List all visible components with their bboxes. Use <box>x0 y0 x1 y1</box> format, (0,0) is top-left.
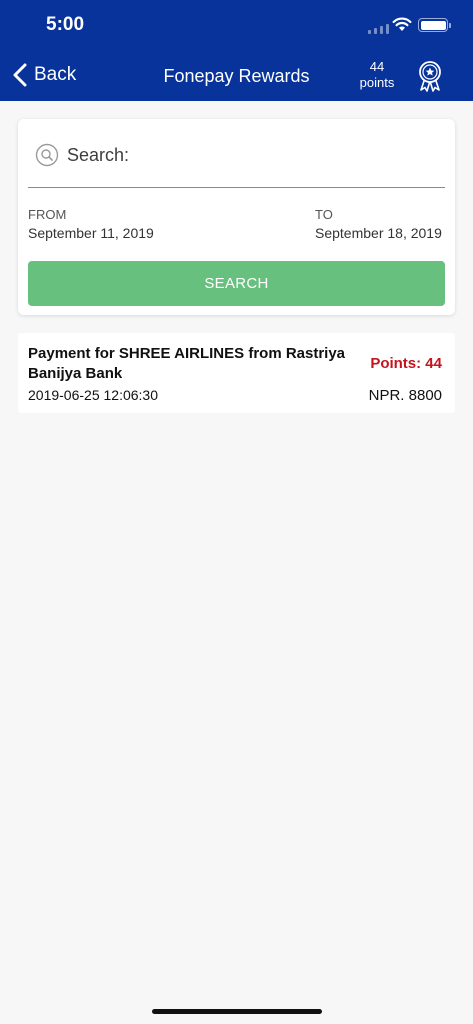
from-label: FROM <box>28 207 67 222</box>
transaction-datetime: 2019-06-25 12:06:30 <box>28 387 158 403</box>
points-unit: points <box>359 75 395 90</box>
status-bar: 5:00 <box>0 0 473 50</box>
search-field <box>28 134 445 188</box>
transaction-description: Payment for SHREE AIRLINES from Rastriya… <box>28 345 346 382</box>
to-label: TO <box>315 207 333 222</box>
points-counter: 44 points <box>352 59 402 91</box>
transaction-item[interactable]: Payment for SHREE AIRLINES from Rastriya… <box>18 333 455 413</box>
status-time: 5:00 <box>46 14 85 35</box>
wifi-icon <box>392 17 412 31</box>
search-icon <box>35 143 59 167</box>
search-input[interactable] <box>67 140 437 170</box>
transaction-amount: NPR. 8800 <box>368 387 442 404</box>
app-header: 5:00 Back Fonepay Rewards 44 points <box>0 0 473 101</box>
from-date-picker[interactable]: September 11, 2019 <box>28 225 154 241</box>
search-button[interactable]: SEARCH <box>28 261 445 306</box>
to-date-picker[interactable]: September 18, 2019 <box>315 225 442 241</box>
award-badge-icon[interactable] <box>417 60 443 92</box>
transaction-points: Points: 44 <box>370 355 442 372</box>
home-indicator[interactable] <box>152 1009 322 1014</box>
page-title: Fonepay Rewards <box>163 66 310 86</box>
battery-icon <box>418 18 451 32</box>
search-card: FROM September 11, 2019 TO September 18,… <box>18 119 455 315</box>
signal-icon <box>368 24 389 34</box>
points-value: 44 <box>369 59 385 74</box>
